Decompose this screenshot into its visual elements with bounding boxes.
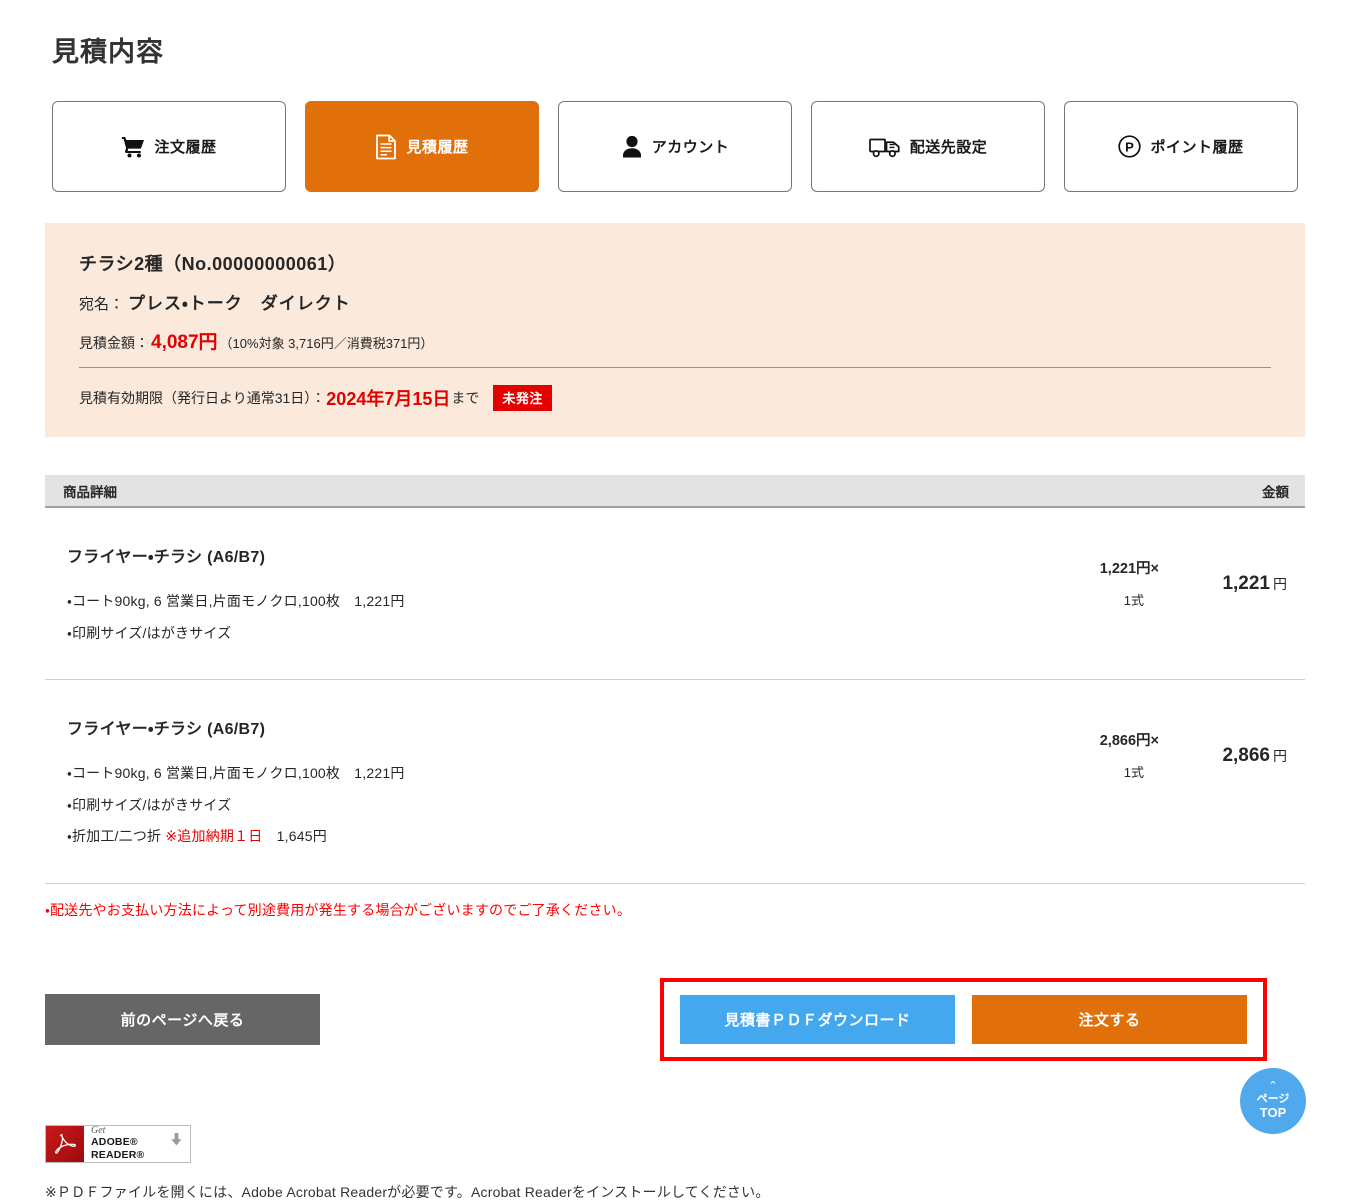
product-detail: フライヤー・チラシ (A6/B7) ・コート90kg, 6 営業日,片面モノクロ… — [45, 715, 985, 853]
row-total-unit: 円 — [1273, 748, 1287, 764]
tab-delivery-settings[interactable]: 配送先設定 — [811, 101, 1045, 192]
back-button[interactable]: 前のページへ戻る — [45, 993, 320, 1045]
page-top-label-en: TOP — [1259, 1104, 1287, 1120]
cart-icon — [121, 136, 145, 158]
action-bar: 前のページへ戻る 見積書ＰＤＦダウンロード 注文する — [45, 977, 1305, 1061]
addressee-row: 宛名： プレス・トーク ダイレクト — [79, 289, 1271, 314]
product-spec: ・印刷サイズ/はがきサイズ — [67, 796, 232, 813]
amount-value: 4,087円 — [151, 332, 218, 353]
quantity: 1式 — [1123, 765, 1144, 780]
spec-text: ・折加工/二つ折 — [67, 828, 166, 844]
product-detail: フライヤー・チラシ (A6/B7) ・コート90kg, 6 営業日,片面モノクロ… — [45, 543, 985, 649]
unit-price: 2,866円× — [1099, 733, 1159, 749]
quote-detail-page: 見積内容 注文履歴 見積履歴 アカウント 配送先設定 P ポイント履歴 チラシ2… — [0, 0, 1350, 1202]
column-header-detail: 商品詳細 — [63, 484, 117, 500]
tab-label: アカウント — [651, 139, 730, 156]
truck-icon — [868, 136, 901, 158]
product-name: フライヤー・チラシ (A6/B7) — [67, 549, 266, 566]
page-title: 見積内容 — [52, 37, 164, 67]
product-spec: ・コート90kg, 6 営業日,片面モノクロ,100枚 1,221円 — [67, 593, 405, 609]
product-spec: ・コート90kg, 6 営業日,片面モノクロ,100枚 1,221円 — [67, 765, 405, 781]
summary-divider — [79, 367, 1271, 368]
product-specs: ・コート90kg, 6 営業日,片面モノクロ,100枚 1,221円 ・印刷サイ… — [67, 758, 985, 853]
adobe-badge-text: Get ADOBE® READER® — [84, 1125, 190, 1162]
shipping-cost-disclaimer: ・配送先やお支払い方法によって別途費用が発生する場合がございますのでご了承くださ… — [45, 901, 632, 918]
footer: Get ADOBE® READER® ※ＰＤＦファイルを開くには、Adobe A… — [45, 1124, 1305, 1202]
spec-warning: ※追加納期１日 — [165, 828, 263, 844]
download-arrow-icon — [171, 1132, 182, 1151]
validity-date: 2024年7月15日 — [326, 389, 451, 409]
page-top-label-jp: ページ — [1256, 1093, 1290, 1106]
product-specs: ・コート90kg, 6 営業日,片面モノクロ,100枚 1,221円 ・印刷サイ… — [67, 586, 985, 649]
tab-account[interactable]: アカウント — [558, 101, 792, 192]
addressee-label: 宛名： — [79, 296, 125, 313]
tab-label: 注文履歴 — [154, 139, 217, 156]
adobe-reader-badge[interactable]: Get ADOBE® READER® — [45, 1124, 191, 1163]
chevron-up-icon: ⌃ — [1268, 1080, 1278, 1093]
unit-price-cell: 1,221円× 1式 — [985, 543, 1165, 609]
adobe-logo-icon — [46, 1125, 84, 1162]
tab-point-history[interactable]: P ポイント履歴 — [1064, 101, 1298, 192]
row-total-unit: 円 — [1273, 576, 1287, 592]
product-table-header: 商品詳細 金額 — [45, 475, 1305, 508]
status-badge: 未発注 — [493, 385, 552, 411]
svg-text:P: P — [1126, 140, 1135, 155]
place-order-button[interactable]: 注文する — [972, 994, 1247, 1044]
column-header-amount: 金額 — [1262, 484, 1289, 500]
download-quote-pdf-button[interactable]: 見積書ＰＤＦダウンロード — [680, 994, 955, 1044]
table-row: フライヤー・チラシ (A6/B7) ・コート90kg, 6 営業日,片面モノクロ… — [45, 508, 1305, 680]
document-icon — [375, 134, 397, 160]
point-circle-icon: P — [1118, 135, 1142, 158]
unit-price: 1,221円× — [1099, 561, 1159, 577]
validity-label: 見積有効期限（発行日より通常31日）： — [79, 390, 326, 406]
row-total-cell: 2,866 円 — [1165, 715, 1305, 767]
person-icon — [621, 135, 643, 158]
row-total-cell: 1,221 円 — [1165, 543, 1305, 595]
page-top-button[interactable]: ⌃ ページ TOP — [1240, 1068, 1306, 1134]
quote-name: チラシ2種（No.00000000061） — [79, 254, 347, 274]
tab-label: 見積履歴 — [406, 139, 469, 156]
account-tab-nav: 注文履歴 見積履歴 アカウント 配送先設定 P ポイント履歴 — [0, 69, 1350, 192]
tab-order-history[interactable]: 注文履歴 — [52, 101, 286, 192]
validity-row: 見積有効期限（発行日より通常31日）： 2024年7月15日 まで 未発注 — [79, 385, 1271, 411]
product-spec: ・印刷サイズ/はがきサイズ — [67, 624, 232, 641]
row-total-number: 1,221 — [1222, 573, 1270, 594]
spec-text-after: 1,645円 — [262, 828, 327, 844]
amount-breakdown: （10%対象 3,716円／消費税371円） — [219, 336, 434, 351]
tab-label: 配送先設定 — [909, 139, 988, 156]
validity-suffix: まで — [451, 390, 480, 406]
unit-price-cell: 2,866円× 1式 — [985, 715, 1165, 781]
product-name: フライヤー・チラシ (A6/B7) — [67, 721, 266, 738]
row-total-number: 2,866 — [1222, 745, 1270, 766]
quantity: 1式 — [1123, 593, 1144, 608]
tab-quote-history[interactable]: 見積履歴 — [305, 101, 539, 192]
quote-summary-panel: チラシ2種（No.00000000061） 宛名： プレス・トーク ダイレクト … — [45, 223, 1305, 437]
highlighted-action-group: 見積書ＰＤＦダウンロード 注文する — [660, 977, 1267, 1061]
tab-label: ポイント履歴 — [1150, 139, 1244, 156]
amount-label: 見積金額： — [79, 335, 149, 351]
product-table-body: フライヤー・チラシ (A6/B7) ・コート90kg, 6 営業日,片面モノクロ… — [45, 508, 1305, 884]
product-spec-with-warning: ・折加工/二つ折 ※追加納期１日 1,645円 — [67, 821, 985, 853]
addressee-value: プレス・トーク ダイレクト — [128, 294, 351, 313]
amount-row: 見積金額： 4,087円 （10%対象 3,716円／消費税371円） — [79, 327, 1271, 354]
table-row: フライヤー・チラシ (A6/B7) ・コート90kg, 6 営業日,片面モノクロ… — [45, 680, 1305, 884]
pdf-requirement-note: ※ＰＤＦファイルを開くには、Adobe Acrobat Readerが必要です。… — [45, 1183, 770, 1200]
